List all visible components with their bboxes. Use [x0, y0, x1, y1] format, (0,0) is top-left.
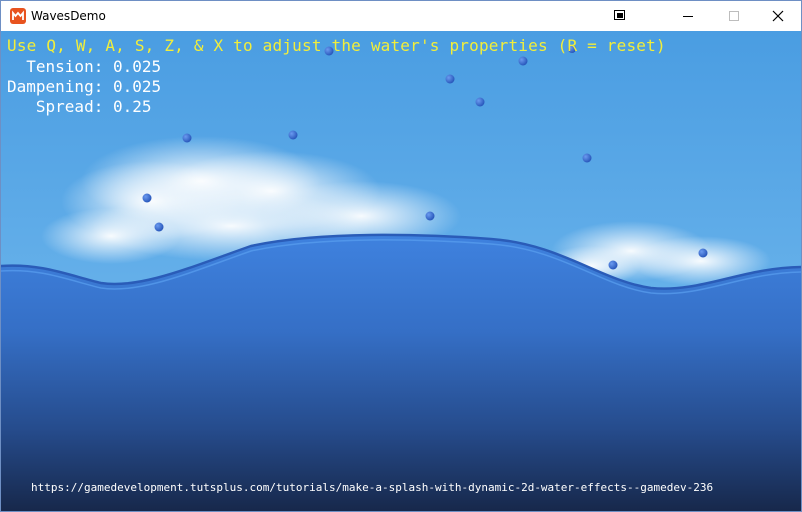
hud-overlay: Use Q, W, A, S, Z, & X to adjust the wat… [1, 31, 801, 511]
spread-label: Spread: [7, 97, 104, 116]
snap-layout-icon [614, 10, 625, 20]
close-icon [772, 10, 784, 22]
game-viewport[interactable]: Use Q, W, A, S, Z, & X to adjust the wat… [1, 31, 801, 511]
close-button[interactable] [755, 1, 801, 31]
dampening-label: Dampening: [7, 77, 104, 96]
minimize-button[interactable] [665, 1, 711, 31]
snap-layout-button[interactable] [597, 1, 643, 31]
spread-readout: Spread: 0.25 [7, 97, 152, 116]
dampening-value: 0.025 [112, 77, 162, 96]
maximize-button[interactable] [711, 1, 757, 31]
controls-hint: Use Q, W, A, S, Z, & X to adjust the wat… [7, 36, 666, 55]
spread-value: 0.25 [112, 97, 152, 116]
dampening-readout: Dampening: 0.025 [7, 77, 161, 96]
window-title: WavesDemo [31, 9, 106, 23]
tension-readout: Tension: 0.025 [7, 57, 161, 76]
title-bar[interactable]: WavesDemo [1, 1, 801, 31]
tutorial-url: https://gamedevelopment.tutsplus.com/tut… [31, 481, 714, 494]
maximize-icon [729, 11, 739, 21]
monogame-app-icon [10, 8, 26, 24]
app-window: WavesDemo Use Q, W, A, S, Z, & X to adju… [0, 0, 802, 512]
tension-label: Tension: [7, 57, 104, 76]
tension-value: 0.025 [112, 57, 162, 76]
minimize-icon [683, 16, 693, 17]
